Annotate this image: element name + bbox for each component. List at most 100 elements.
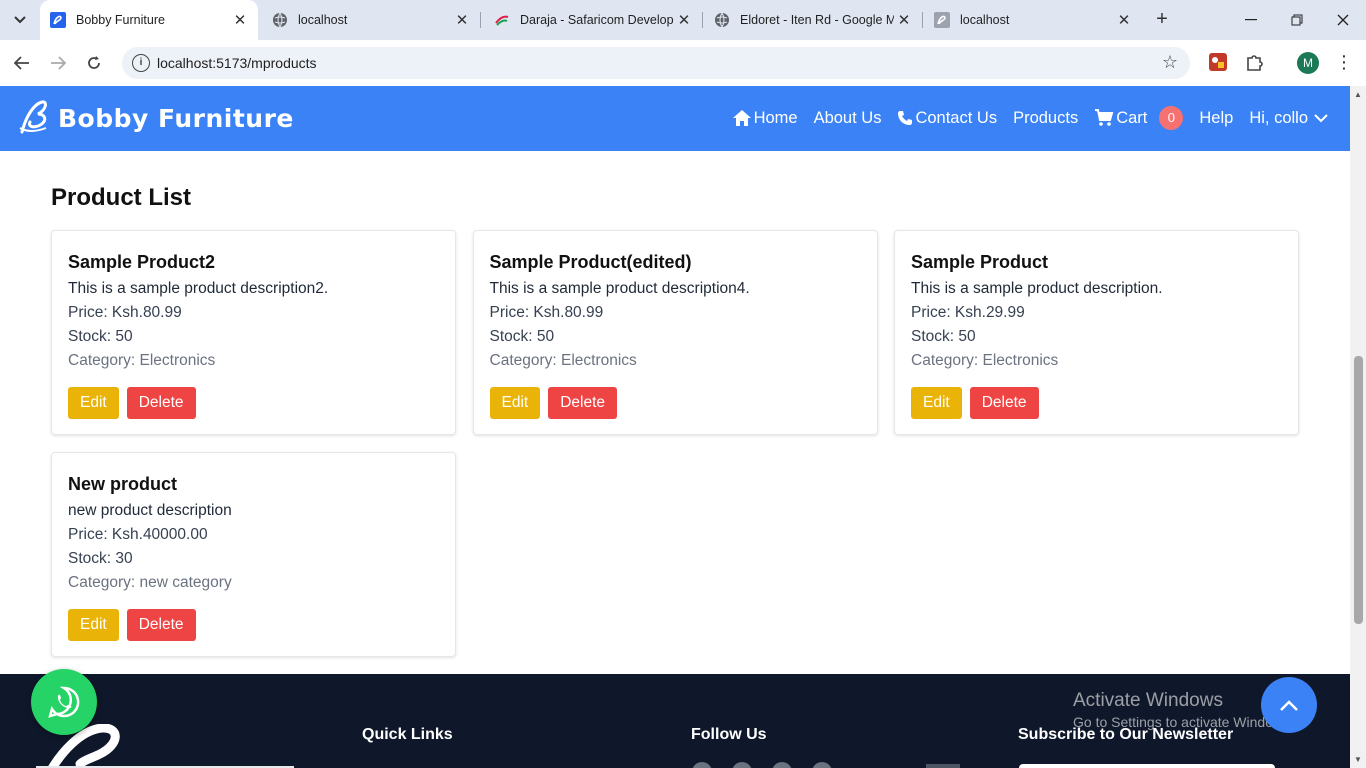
product-price: Price: Ksh.80.99 <box>68 304 182 321</box>
facebook-icon[interactable] <box>692 762 712 768</box>
nav-home-label: Home <box>753 108 798 127</box>
tab-bobby-furniture[interactable]: Bobby Furniture ✕ <box>40 0 258 40</box>
delete-button[interactable]: Delete <box>969 387 1039 419</box>
social-icons <box>692 762 852 768</box>
instagram-icon[interactable] <box>772 762 792 768</box>
browser-toolbar: i localhost:5173/mproducts ☆ M ⋮ <box>0 40 1366 86</box>
globe-icon <box>273 12 287 28</box>
nav-contact[interactable]: Contact Us <box>897 109 997 128</box>
product-category: Category: new category <box>68 574 232 591</box>
tab-separator <box>480 12 481 28</box>
twitter-icon[interactable] <box>732 762 752 768</box>
phone-icon <box>898 111 913 125</box>
home-icon <box>732 110 751 126</box>
product-price: Price: Ksh.29.99 <box>911 304 1025 321</box>
card-actions: Edit Delete <box>911 387 1039 419</box>
product-card: New product new product description Pric… <box>51 452 456 657</box>
product-description: This is a sample product description. <box>911 280 1163 297</box>
chevron-down-icon <box>14 16 26 24</box>
product-stock: Stock: 50 <box>911 328 976 345</box>
site-navbar: Bobby Furniture Home About Us Contact Us… <box>0 86 1350 151</box>
nav-about[interactable]: About Us <box>814 109 882 128</box>
site-info-icon[interactable]: i <box>132 54 150 72</box>
product-stock: Stock: 50 <box>489 328 555 345</box>
back-arrow-icon[interactable] <box>8 50 36 76</box>
tab-localhost[interactable]: localhost ✕ <box>262 0 480 40</box>
tab-separator <box>702 12 703 28</box>
footer-link-block <box>926 764 960 768</box>
product-card: Sample Product This is a sample product … <box>894 230 1299 435</box>
tab-title: localhost <box>298 13 348 27</box>
delete-button[interactable]: Delete <box>548 387 618 419</box>
newsletter-email-input[interactable] <box>1019 764 1275 768</box>
quick-links-heading: Quick Links <box>362 726 453 743</box>
minimize-icon[interactable] <box>1228 0 1274 40</box>
address-bar[interactable]: i localhost:5173/mproducts ☆ <box>122 47 1190 79</box>
tab-localhost-2[interactable]: localhost ✕ <box>924 0 1142 40</box>
browser-menu-icon[interactable]: ⋮ <box>1334 52 1354 74</box>
product-description: new product description <box>68 502 232 519</box>
nav-products[interactable]: Products <box>1013 109 1078 128</box>
nav-about-label: About Us <box>813 108 882 127</box>
product-description: This is a sample product description2. <box>68 280 329 297</box>
brand-name: Bobby Furniture <box>58 103 294 133</box>
close-tab-icon[interactable]: ✕ <box>1114 11 1134 29</box>
tab-separator <box>922 12 923 28</box>
tab-search-button[interactable] <box>6 8 34 32</box>
user-menu[interactable]: Hi, collo <box>1249 109 1330 128</box>
product-name: Sample Product(edited) <box>489 252 692 272</box>
close-tab-icon[interactable]: ✕ <box>230 11 250 29</box>
cart-icon <box>1095 109 1114 126</box>
edit-button[interactable]: Edit <box>489 387 541 419</box>
nav-home[interactable]: Home <box>732 109 798 128</box>
nav-help[interactable]: Help <box>1199 109 1233 128</box>
edit-button[interactable]: Edit <box>68 387 119 419</box>
product-description: This is a sample product description4. <box>489 280 750 297</box>
window-close-icon[interactable] <box>1320 0 1366 40</box>
delete-button[interactable]: Delete <box>126 609 196 641</box>
product-name: Sample Product <box>911 252 1049 272</box>
bookmark-star-icon[interactable]: ☆ <box>1162 52 1178 73</box>
restore-icon[interactable] <box>1274 0 1320 40</box>
scroll-down-arrow-icon[interactable]: ▼ <box>1354 755 1362 764</box>
puzzle-extensions-icon[interactable] <box>1245 52 1265 72</box>
close-tab-icon[interactable]: ✕ <box>452 11 472 29</box>
profile-avatar[interactable]: M <box>1297 52 1319 74</box>
whatsapp-button[interactable] <box>31 669 97 735</box>
globe-icon <box>715 12 729 28</box>
scroll-up-arrow-icon[interactable]: ▲ <box>1354 90 1362 99</box>
product-card: Sample Product(edited) This is a sample … <box>472 230 878 435</box>
tab-daraja[interactable]: Daraja - Safaricom Develope ✕ <box>484 0 702 40</box>
delete-button[interactable]: Delete <box>126 387 196 419</box>
product-card: Sample Product2 This is a sample product… <box>51 230 456 435</box>
tab-title: Daraja - Safaricom Develope <box>520 13 674 27</box>
address-url[interactable]: localhost:5173/mproducts <box>157 55 317 71</box>
brand[interactable]: Bobby Furniture <box>16 98 294 138</box>
nav-cart[interactable]: Cart 0 <box>1094 106 1184 130</box>
card-actions: Edit Delete <box>68 387 196 419</box>
edit-button[interactable]: Edit <box>68 609 119 641</box>
nav-cart-label: Cart <box>1116 108 1148 127</box>
cart-count-badge: 0 <box>1159 106 1184 130</box>
close-tab-icon[interactable]: ✕ <box>894 11 914 29</box>
card-actions: Edit Delete <box>68 609 196 641</box>
scroll-to-top-button[interactable] <box>1261 677 1317 733</box>
product-name: Sample Product2 <box>68 252 216 272</box>
tab-google-maps[interactable]: Eldoret - Iten Rd - Google M ✕ <box>704 0 922 40</box>
new-tab-button[interactable]: + <box>1150 8 1174 32</box>
chevron-up-icon <box>1280 699 1298 711</box>
product-category: Category: Electronics <box>489 352 637 369</box>
forward-arrow-icon[interactable] <box>44 50 72 76</box>
scrollbar-thumb[interactable] <box>1354 356 1363 624</box>
safaricom-icon <box>495 15 509 26</box>
extension-icon[interactable] <box>1208 52 1228 72</box>
card-actions: Edit Delete <box>489 387 618 419</box>
linkedin-icon[interactable] <box>812 762 832 768</box>
close-tab-icon[interactable]: ✕ <box>674 11 694 29</box>
reload-icon[interactable] <box>80 50 108 76</box>
page-scrollbar[interactable]: ▲ ▼ <box>1350 86 1366 768</box>
nav-contact-label: Contact Us <box>915 108 998 127</box>
user-greeting: Hi, collo <box>1249 108 1308 127</box>
edit-button[interactable]: Edit <box>911 387 962 419</box>
bobby-favicon-icon <box>50 12 66 28</box>
